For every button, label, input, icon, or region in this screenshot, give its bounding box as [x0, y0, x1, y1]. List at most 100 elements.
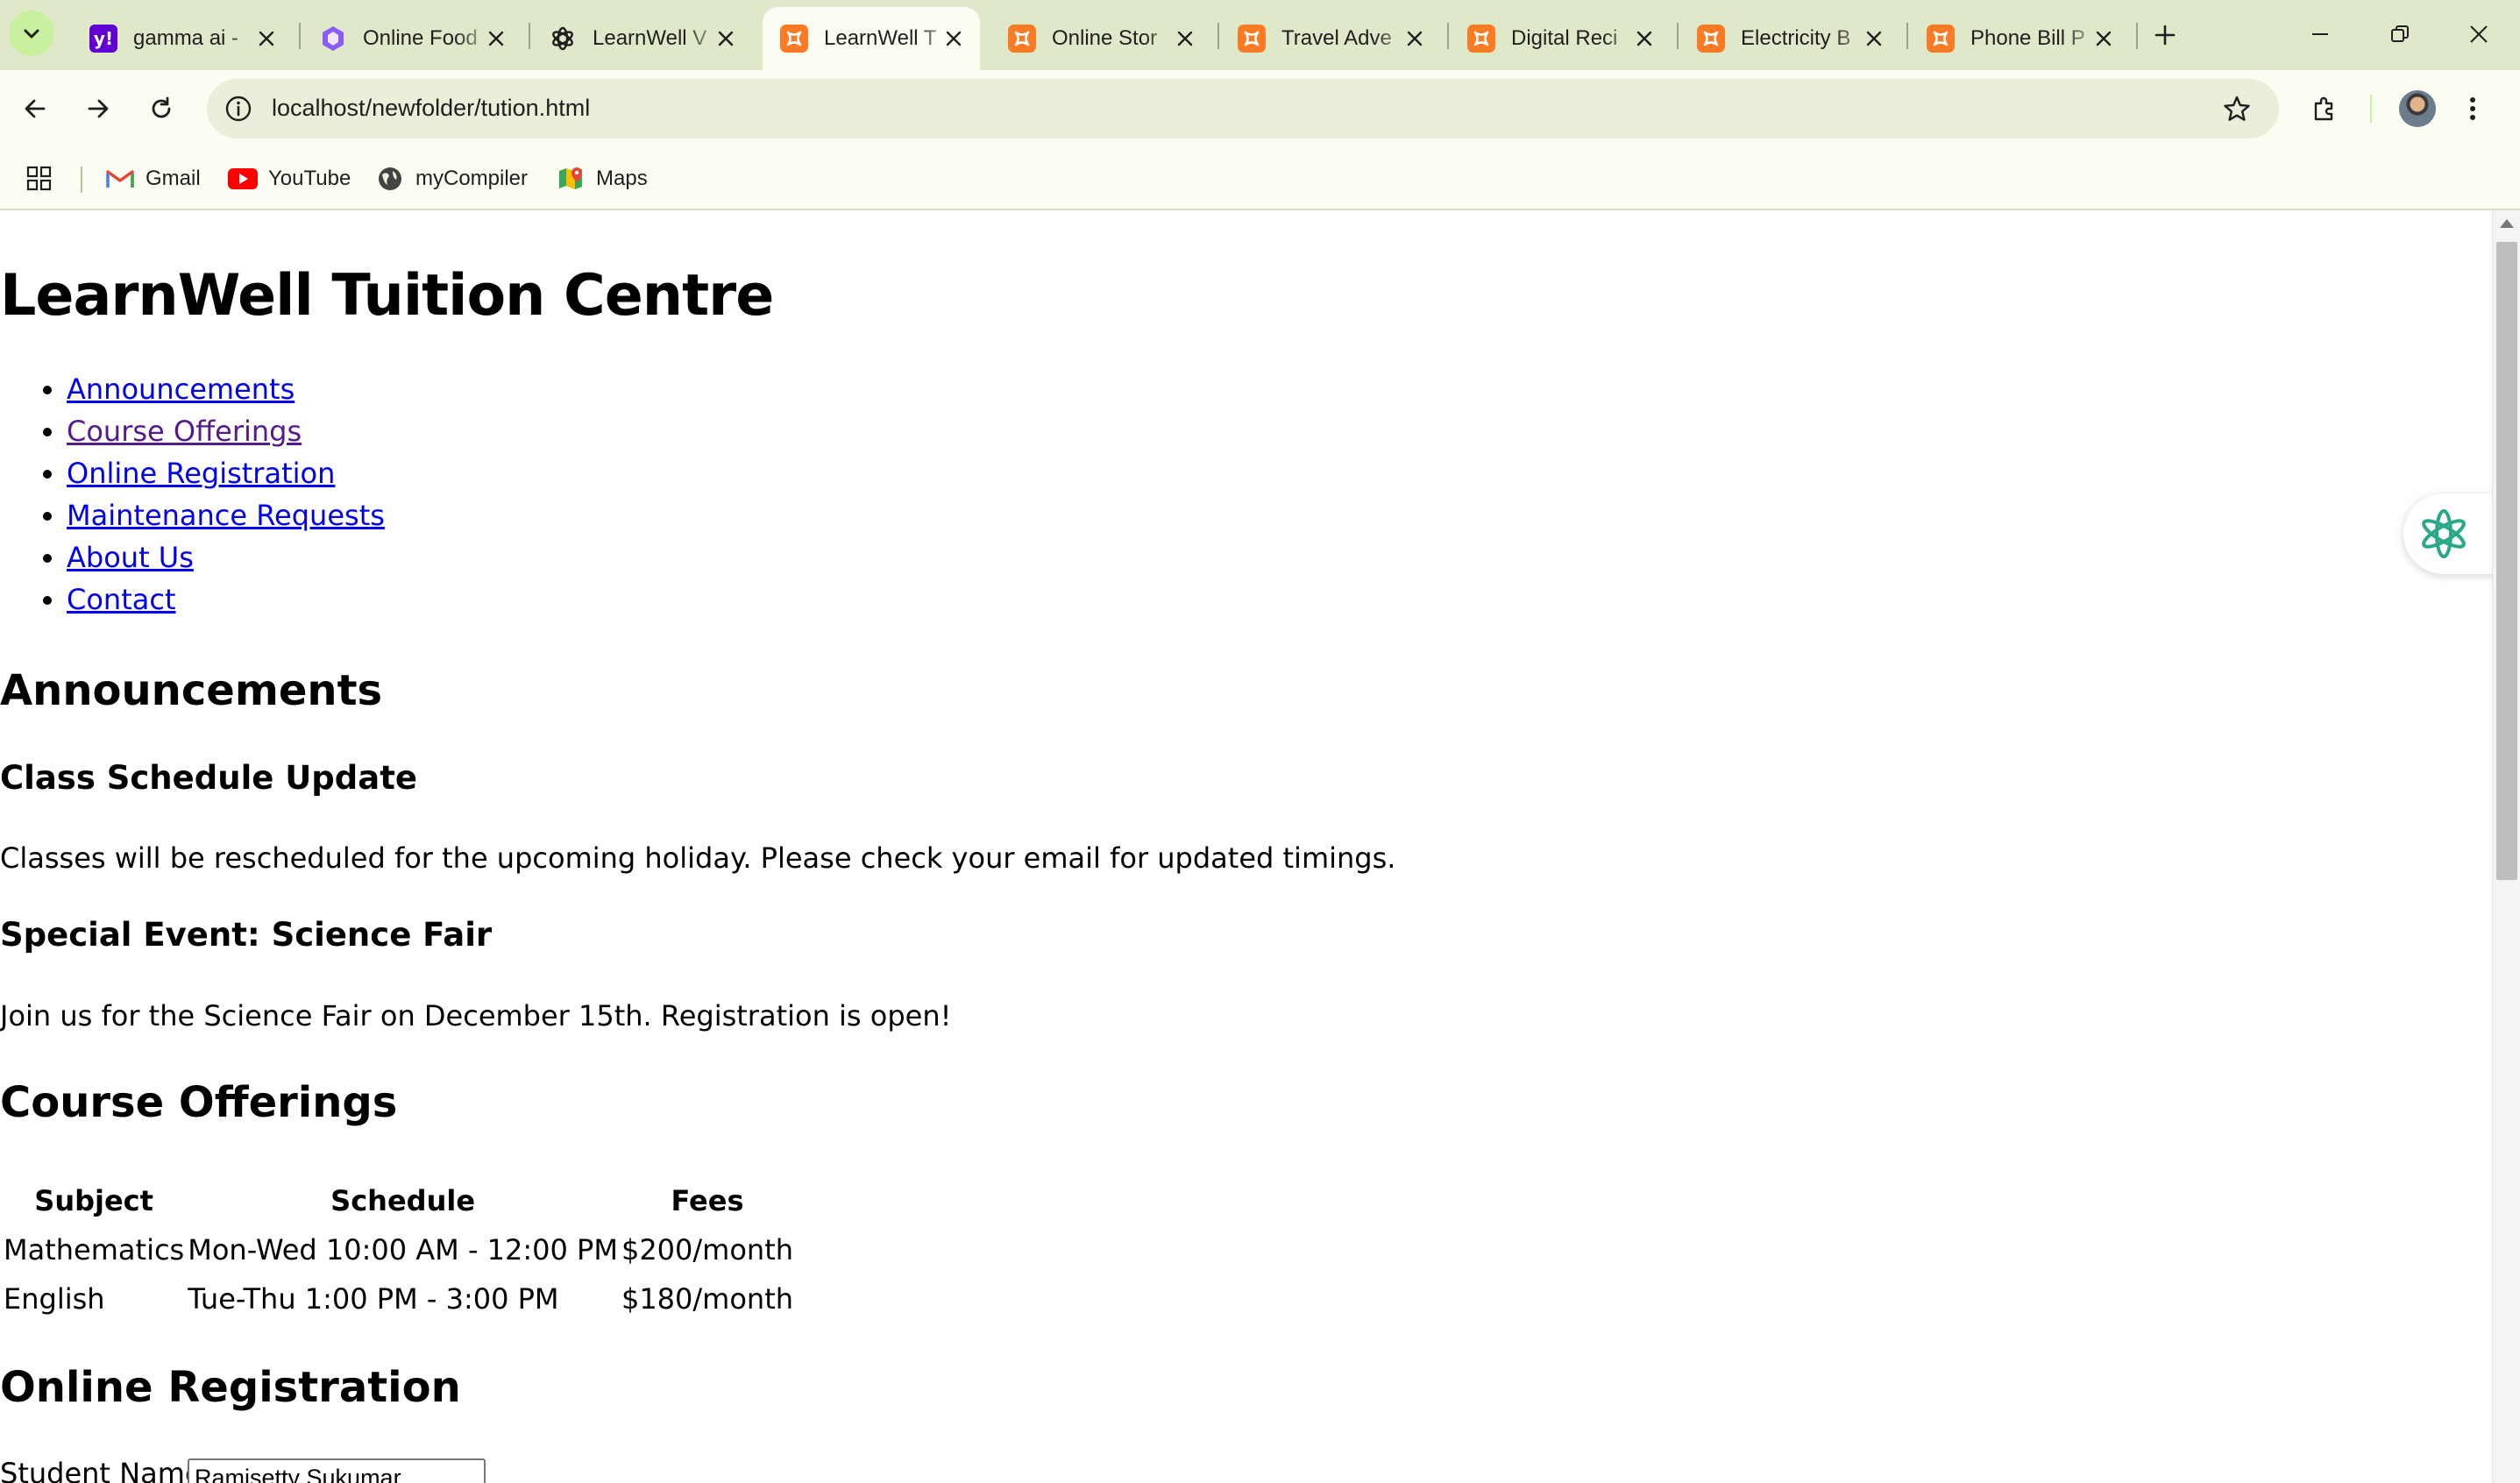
apps-grid-icon: [26, 166, 52, 191]
browser-tab[interactable]: LearnWell V: [531, 7, 752, 70]
gamma-icon: [319, 25, 347, 53]
browser-tab[interactable]: y! gamma ai -: [72, 7, 293, 70]
tab-title: LearnWell V: [593, 26, 707, 50]
new-tab-button[interactable]: [2146, 16, 2184, 54]
table-row: English Tue-Thu 1:00 PM - 3:00 PM $180/m…: [4, 1276, 793, 1322]
minimize-icon: [2312, 33, 2328, 35]
scrollbar-thumb[interactable]: [2496, 242, 2517, 880]
close-tab-icon[interactable]: [2091, 26, 2116, 51]
profile-avatar-button[interactable]: [2395, 86, 2440, 131]
close-tab-icon[interactable]: [1862, 26, 1886, 51]
chatgpt-icon: [549, 25, 577, 53]
xampp-icon: [1927, 25, 1955, 53]
browser-tab[interactable]: Phone Bill P: [1909, 7, 2130, 70]
tab-title: Phone Bill P: [1970, 26, 2085, 50]
close-tab-icon[interactable]: [1632, 26, 1657, 51]
close-tab-icon[interactable]: [254, 26, 279, 51]
bookmark-mycompiler[interactable]: myCompiler: [375, 161, 528, 196]
url-text[interactable]: localhost/newfolder/tution.html: [272, 95, 590, 122]
column-header: Fees: [671, 1184, 744, 1217]
apps-button[interactable]: [26, 161, 53, 196]
extensions-button[interactable]: [2302, 86, 2347, 131]
close-icon: [2470, 25, 2488, 43]
browser-tab[interactable]: Online Food: [302, 7, 522, 70]
bookmark-star-button[interactable]: [2219, 91, 2254, 126]
table-row: Mathematics Mon-Wed 10:00 AM - 12:00 PM …: [4, 1227, 793, 1273]
page-scrollbar[interactable]: [2492, 210, 2520, 1483]
tab-separator: [1906, 23, 1908, 49]
nav-item: Contact: [67, 578, 385, 621]
chevron-down-icon: [24, 29, 39, 39]
nav-link-course-offerings[interactable]: Course Offerings: [67, 415, 302, 448]
back-button[interactable]: [12, 86, 58, 131]
browser-tab[interactable]: Online Stor: [990, 7, 1211, 70]
xampp-icon: [1238, 25, 1266, 53]
close-tab-icon[interactable]: [941, 26, 966, 51]
close-tab-icon[interactable]: [1173, 26, 1197, 51]
browser-tab[interactable]: LearnWell T: [763, 7, 980, 70]
scroll-up-arrow[interactable]: [2500, 219, 2514, 228]
tab-separator: [529, 23, 530, 49]
nav-link-about-us[interactable]: About Us: [67, 541, 194, 574]
site-info-button[interactable]: [221, 91, 256, 126]
nav-item: Announcements: [67, 368, 385, 410]
browser-tab[interactable]: Electricity B: [1679, 7, 1900, 70]
restore-icon: [2391, 25, 2409, 42]
forward-button[interactable]: [75, 86, 121, 131]
close-tab-icon[interactable]: [1402, 26, 1427, 51]
youtube-icon: [228, 164, 258, 194]
tab-title: Electricity B: [1741, 26, 1851, 50]
bookmark-gmail[interactable]: Gmail: [105, 161, 201, 196]
arrow-right-icon: [88, 99, 109, 118]
announcement-title: Class Schedule Update: [0, 759, 417, 797]
close-tab-icon[interactable]: [484, 26, 508, 51]
browser-chrome: y! gamma ai - Online Food LearnWell V LearnW…: [0, 0, 2520, 210]
svg-text:y!: y!: [94, 28, 113, 49]
browser-tab[interactable]: Travel Adve: [1220, 7, 1441, 70]
bookmark-label: YouTube: [268, 167, 351, 190]
table-cell: English: [4, 1282, 105, 1316]
tab-separator: [1217, 23, 1219, 49]
xampp-icon: [1697, 25, 1725, 53]
toolbar-divider: [2370, 95, 2372, 123]
tab-title: gamma ai -: [133, 26, 239, 50]
student-name-field[interactable]: [188, 1458, 486, 1483]
table-header-row: Subject Schedule Fees: [4, 1178, 793, 1224]
tab-search-button[interactable]: [9, 11, 54, 56]
bookmark-youtube[interactable]: YouTube: [228, 161, 351, 196]
browser-tab[interactable]: Digital Reci: [1450, 7, 1671, 70]
info-icon: [225, 96, 252, 122]
restore-button[interactable]: [2374, 12, 2426, 56]
address-bar[interactable]: localhost/newfolder/tution.html: [207, 79, 2279, 138]
plus-icon: [2154, 25, 2176, 46]
bookmark-label: Maps: [596, 167, 648, 190]
bookmarks-bar: Gmail YouTube myCompiler Maps: [0, 147, 2520, 210]
nav-item: Maintenance Requests: [67, 494, 385, 536]
minimize-button[interactable]: [2294, 12, 2346, 56]
reload-icon: [152, 96, 171, 118]
tab-separator: [2136, 23, 2138, 49]
ai-assistant-button[interactable]: [2403, 493, 2492, 574]
bookmark-label: myCompiler: [415, 167, 529, 190]
more-vertical-icon: [2470, 97, 2475, 120]
arrow-left-icon: [25, 99, 46, 118]
close-tab-icon[interactable]: [713, 26, 738, 51]
bookmark-maps[interactable]: Maps: [556, 161, 648, 196]
reload-button[interactable]: [138, 86, 184, 131]
announcement-text: Classes will be rescheduled for the upco…: [0, 841, 1396, 875]
avatar: [2399, 90, 2436, 127]
nav-item: Online Registration: [67, 452, 385, 494]
nav-link-online-registration[interactable]: Online Registration: [67, 457, 335, 490]
browser-menu-button[interactable]: [2460, 86, 2486, 131]
tab-title: LearnWell T: [824, 26, 937, 50]
column-header: Schedule: [330, 1184, 476, 1217]
nav-link-maintenance-requests[interactable]: Maintenance Requests: [67, 499, 385, 532]
nav-link-announcements[interactable]: Announcements: [67, 373, 295, 406]
tab-strip: y! gamma ai - Online Food LearnWell V LearnW…: [0, 0, 2520, 70]
tab-title: Online Food: [363, 26, 478, 50]
close-window-button[interactable]: [2453, 12, 2505, 56]
yahoo-icon: y!: [89, 25, 117, 53]
nav-link-contact[interactable]: Contact: [67, 583, 176, 616]
table-cell: Mathematics: [4, 1233, 185, 1267]
puzzle-icon: [2314, 96, 2333, 121]
